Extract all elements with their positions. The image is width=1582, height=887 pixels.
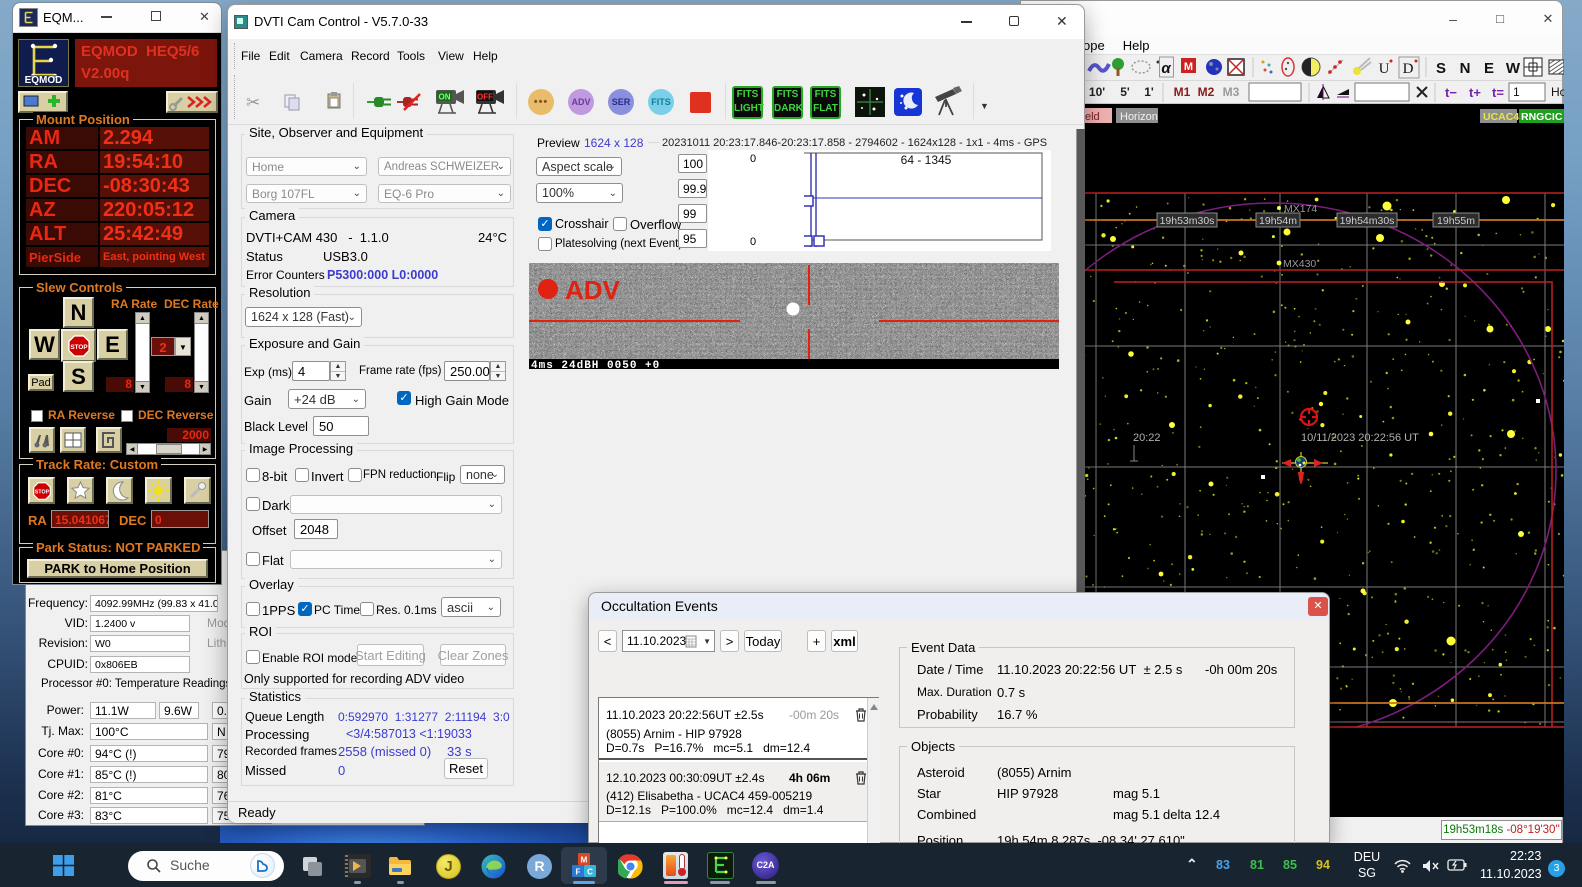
svg-text:α: α xyxy=(1161,60,1171,77)
svg-text:E: E xyxy=(1484,60,1494,77)
svg-text:Horizon: Horizon xyxy=(1120,111,1158,123)
svg-text:t=: t= xyxy=(1492,85,1504,100)
svg-text:RNGCIC: RNGCIC xyxy=(1521,111,1563,123)
svg-text:UCAC4: UCAC4 xyxy=(1483,111,1519,123)
svg-text:19h55m: 19h55m xyxy=(1437,215,1475,227)
svg-text:1': 1' xyxy=(1144,85,1154,99)
svg-text:M: M xyxy=(1184,61,1193,73)
svg-text:D: D xyxy=(1403,61,1414,77)
svg-text:S: S xyxy=(1436,60,1446,77)
svg-text:N: N xyxy=(1460,60,1471,77)
svg-text:M1: M1 xyxy=(1174,85,1191,99)
svg-text:10': 10' xyxy=(1089,85,1105,99)
svg-text:MX430: MX430 xyxy=(1283,258,1316,270)
svg-text:eld: eld xyxy=(1085,111,1100,123)
svg-text:10/11/2023 20:22:56 UT: 10/11/2023 20:22:56 UT xyxy=(1301,432,1419,444)
svg-text:1: 1 xyxy=(1513,85,1520,99)
svg-text:t+: t+ xyxy=(1469,85,1481,100)
svg-text:64 - 1345: 64 - 1345 xyxy=(901,153,952,167)
svg-text:ON: ON xyxy=(439,93,451,102)
svg-text:M2: M2 xyxy=(1198,85,1215,99)
svg-text:19h54m30s: 19h54m30s xyxy=(1340,215,1395,227)
svg-text:t−: t− xyxy=(1445,85,1457,100)
svg-text:C: C xyxy=(587,868,593,877)
svg-text:M3: M3 xyxy=(1223,85,1240,99)
svg-text:M: M xyxy=(581,856,588,865)
svg-text:U: U xyxy=(1379,61,1390,77)
svg-text:STOP: STOP xyxy=(34,489,49,495)
svg-text:F: F xyxy=(576,868,581,877)
svg-text:STOP: STOP xyxy=(70,344,88,351)
svg-text:4ms 24dBH 0050 +0: 4ms 24dBH 0050 +0 xyxy=(531,360,660,369)
svg-text:19h54m: 19h54m xyxy=(1259,215,1297,227)
svg-text:MX174: MX174 xyxy=(1284,203,1317,215)
svg-text:Ho: Ho xyxy=(1551,85,1564,99)
svg-text:5': 5' xyxy=(1120,85,1130,99)
svg-text:W: W xyxy=(1506,60,1521,77)
svg-text:19h53m30s: 19h53m30s xyxy=(1160,215,1215,227)
svg-text:ADV: ADV xyxy=(565,275,621,305)
svg-text:20:22: 20:22 xyxy=(1133,432,1161,444)
svg-text:OFF: OFF xyxy=(477,93,493,102)
